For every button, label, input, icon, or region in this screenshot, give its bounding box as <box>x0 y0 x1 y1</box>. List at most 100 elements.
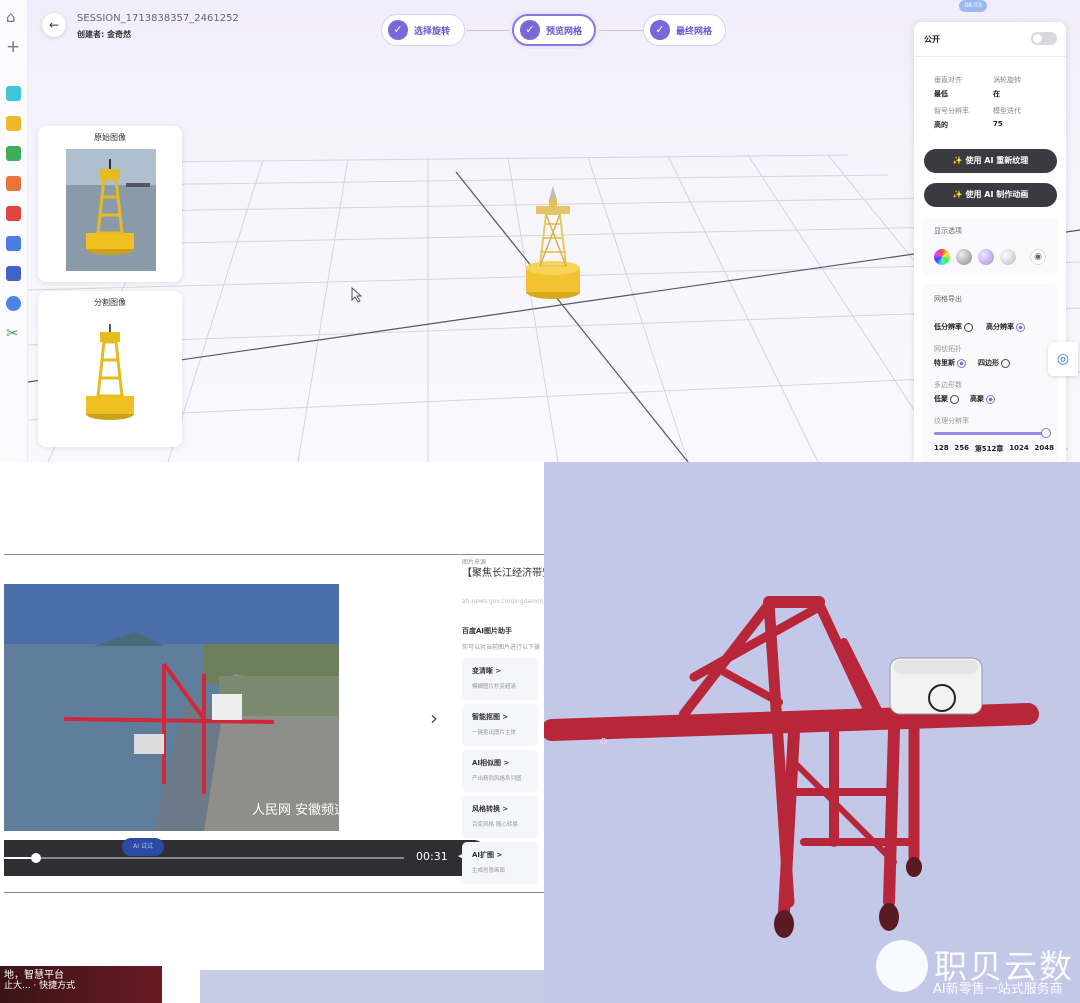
radio-icon <box>986 394 995 404</box>
ai-card-title: 智能抠图 > <box>472 713 509 721</box>
next-image-icon[interactable]: › <box>430 706 438 730</box>
ai-card-sub: 产出精同风格系列图 <box>472 776 522 782</box>
original-image-card[interactable]: 原始图像 <box>38 126 182 282</box>
ai-card-expand[interactable]: AI扩图 > 生成创意画面 <box>462 842 538 884</box>
ai-card-title: AI相似图 > <box>472 759 510 767</box>
prop-key: 智号分辨率 <box>934 107 969 115</box>
add-icon[interactable]: + <box>6 39 20 56</box>
boom-marking-icon: ⛭ <box>600 737 607 747</box>
brand-logo-icon <box>876 940 928 992</box>
topology-label: 网状拓扑 <box>934 345 962 353</box>
ai-card-similar[interactable]: AI相似图 > 产出精同风格系列图 <box>462 750 538 792</box>
step-preview-mesh[interactable]: ✓ 预览网格 <box>512 14 596 46</box>
radio-icon <box>950 394 959 404</box>
eye-icon[interactable]: ◉ <box>1030 249 1046 265</box>
texture-resolution-label: 纹理分辨率 <box>934 417 969 425</box>
tick-label: 128 <box>934 444 949 452</box>
cube-tool-icon[interactable] <box>6 86 21 101</box>
creator-label: 创建者: 金奇然 <box>77 30 131 39</box>
segmented-image <box>86 324 134 420</box>
step-final-mesh[interactable]: ✓ 最终网格 <box>643 14 726 46</box>
animate-label: 使用 AI 制作动画 <box>965 190 1029 199</box>
settings-panel: 公开 垂直对齐 最低 涡轮旋转 在 智号分辨率 高的 模型迭代 75 ✨ 使用 … <box>914 22 1066 462</box>
public-label: 公开 <box>924 35 940 44</box>
star-tool-icon[interactable] <box>6 116 21 131</box>
polycount-label: 多边形数 <box>934 381 962 389</box>
source-label: 图片来源 <box>462 559 487 566</box>
quad-option[interactable]: 四边形 <box>978 358 1010 368</box>
time-badge: 08:03 <box>959 0 987 12</box>
edit-tool-icon[interactable] <box>6 236 21 251</box>
image-tool-icon[interactable] <box>6 146 21 161</box>
white-swatch-icon[interactable] <box>1000 249 1016 265</box>
article-title[interactable]: 【聚焦长江经济带安徽 波正当时】-长江经济 <box>462 566 546 581</box>
tris-option[interactable]: 特里斯 <box>934 358 966 368</box>
scissors-icon[interactable]: ✂ <box>6 326 19 341</box>
low-poly-option[interactable]: 低聚 <box>934 394 959 404</box>
photo-watermark: 人民网 安徽频道 <box>252 803 339 818</box>
display-options-label: 显示选项 <box>934 227 962 235</box>
prop-value: 高的 <box>934 121 948 129</box>
video-scrubber[interactable] <box>31 853 41 863</box>
crane-model[interactable]: ⛭ <box>544 462 1080 1003</box>
check-icon: ✓ <box>520 20 540 40</box>
layers-tool-icon[interactable] <box>6 296 21 311</box>
ai-card-sub: 生成创意画面 <box>472 868 506 874</box>
side-assistant-icon[interactable]: ◎ <box>1048 342 1078 376</box>
left-toolbar: ⌂ + ✂ <box>0 0 28 462</box>
step-connector <box>598 30 644 31</box>
ai-card-style[interactable]: 风格转换 > 百变风格 随心转换 <box>462 796 538 838</box>
high-res-option[interactable]: 高分辨率 <box>986 322 1025 332</box>
video-controls[interactable] <box>4 840 484 876</box>
tick-label: 第512章 <box>974 445 1004 453</box>
ai-card-title: 风格转换 > <box>472 805 509 813</box>
port-crane-photo[interactable]: 人民网 安徽频道 <box>4 584 339 831</box>
step-select-rotation[interactable]: ✓ 选择旋转 <box>381 14 465 46</box>
session-id: SESSION_1713838357_2461252 <box>77 13 239 24</box>
document-tool-icon[interactable] <box>6 176 21 191</box>
ai-try-chip[interactable]: AI 试试 <box>122 838 164 856</box>
low-res-option[interactable]: 低分辨率 <box>934 322 973 332</box>
back-button[interactable]: ← <box>42 13 66 37</box>
ai-card-sub: 百变风格 随心转换 <box>472 822 518 828</box>
original-image-title: 原始图像 <box>94 133 126 142</box>
ai-card-cutout[interactable]: 智能抠图 > 一键抠出图片主体 <box>462 704 538 746</box>
retexture-button[interactable]: ✨ 使用 AI 重新纹理 <box>924 149 1057 173</box>
color-swatch-icon[interactable] <box>934 249 950 265</box>
ai-card-enhance[interactable]: 变清晰 > 模糊图片秒变超清 <box>462 658 538 700</box>
prop-value: 最低 <box>934 90 948 98</box>
check-icon: ✓ <box>388 20 408 40</box>
high-poly-option[interactable]: 高聚 <box>970 394 995 404</box>
animate-button[interactable]: ✨ 使用 AI 制作动画 <box>924 183 1057 207</box>
radio-icon <box>964 322 973 332</box>
prop-key: 模型迭代 <box>993 107 1021 115</box>
segmented-image-title: 分割图像 <box>94 298 126 307</box>
home-icon[interactable]: ⌂ <box>6 10 16 25</box>
step-connector <box>466 30 512 31</box>
taskbar-text[interactable]: 止大... · 快捷方式 <box>4 978 75 991</box>
gray-swatch-icon[interactable] <box>956 249 972 265</box>
display-options-section: 显示选项 <box>922 218 1058 274</box>
buoy-model[interactable] <box>526 186 580 299</box>
public-toggle[interactable] <box>1031 32 1057 45</box>
step-label: 选择旋转 <box>414 26 451 37</box>
ai-card-sub: 一键抠出图片主体 <box>472 730 517 736</box>
screenshot-root: ⌂ + ✂ ← SESSION_1713838357_2461252 创建者: … <box>0 0 1080 1003</box>
segmented-image-card[interactable]: 分割图像 <box>38 291 182 447</box>
prop-key: 垂直对齐 <box>934 76 962 84</box>
mesh-export-section: 网格导出 低分辨率 高分辨率 网状拓扑 特里斯 四边形 多边形数 低聚 高聚 纹… <box>922 284 1058 462</box>
resolution-ticks: 128 256 第512章 1024 2048 <box>934 444 1054 454</box>
article-url[interactable]: ah.news.gov.cn/qingdaoxing <box>462 598 547 605</box>
original-image <box>66 149 156 271</box>
radio-icon <box>957 358 966 368</box>
ai-card-sub: 模糊图片秒变超清 <box>472 684 517 690</box>
list-tool-icon[interactable] <box>6 266 21 281</box>
mesh-preview-app: ⌂ + ✂ ← SESSION_1713838357_2461252 创建者: … <box>0 0 1080 462</box>
settings-tool-icon[interactable] <box>6 206 21 221</box>
texture-resolution-slider[interactable] <box>934 428 1051 438</box>
purple-swatch-icon[interactable] <box>978 249 994 265</box>
cursor-icon <box>351 286 363 303</box>
prop-key: 涡轮旋转 <box>993 76 1021 84</box>
step-label: 预览网格 <box>546 26 583 37</box>
video-time: 00:31 <box>416 850 448 863</box>
